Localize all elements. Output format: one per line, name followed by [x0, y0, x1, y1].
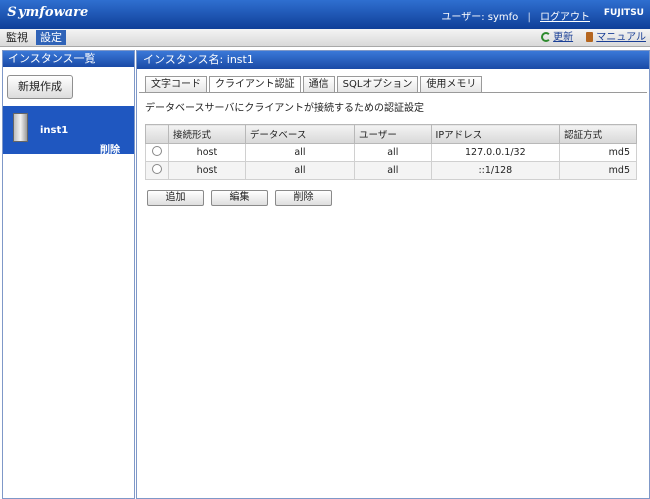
refresh-link[interactable]: 更新 — [541, 32, 573, 43]
instance-title: インスタンス名: inst1 — [137, 51, 649, 69]
conn-cell: host — [168, 161, 246, 180]
table-action-buttons: 追加 編集 削除 — [147, 190, 339, 206]
tab-settings[interactable]: 設定 — [36, 30, 66, 45]
user-area: ユーザー: symfo | ログアウト — [441, 8, 590, 23]
manual-link[interactable]: マニュアル — [586, 32, 646, 43]
db-cell: all — [244, 161, 356, 180]
user-cell: all — [354, 143, 432, 162]
instance-list-panel: インスタンス一覧 新規作成 inst1 削除 — [2, 50, 135, 499]
auth-cell: md5 — [559, 143, 637, 162]
section-description: データベースサーバにクライアントが接続するための認証設定 — [145, 103, 424, 114]
column-header-ip[interactable]: IPアドレス — [430, 124, 561, 144]
tab-monitor[interactable]: 監視 — [2, 30, 32, 45]
delete-instance-link[interactable]: 削除 — [100, 141, 120, 156]
manual-book-icon — [586, 32, 594, 42]
column-header-auth[interactable]: 認証方式 — [559, 124, 637, 144]
manual-label[interactable]: マニュアル — [596, 32, 646, 43]
instance-item-inst1[interactable]: inst1 削除 — [3, 106, 134, 156]
user-label: ユーザー: symfo — [441, 12, 519, 23]
fujitsu-logo: FUJITSU — [603, 8, 644, 18]
add-button[interactable]: 追加 — [147, 190, 204, 206]
delete-button[interactable]: 削除 — [275, 190, 332, 206]
auth-cell: md5 — [559, 161, 637, 180]
ip-cell: ::1/128 — [430, 161, 561, 180]
column-header-conn[interactable]: 接続形式 — [168, 124, 246, 144]
user-cell: all — [354, 161, 432, 180]
column-header-user[interactable]: ユーザー — [354, 124, 432, 144]
db-cell: all — [244, 143, 356, 162]
tab-memory[interactable]: 使用メモリ — [420, 76, 483, 92]
header-links: 更新 マニュアル — [541, 30, 646, 45]
refresh-label[interactable]: 更新 — [553, 32, 573, 43]
app-header: Symfoware ユーザー: symfo | ログアウト FUJITSU — [0, 0, 650, 29]
column-header-db[interactable]: データベース — [244, 124, 356, 144]
instance-detail-panel: インスタンス名: inst1 文字コード クライアント認証 通信 SQLオプショ… — [136, 50, 650, 499]
select-column-header — [145, 124, 169, 144]
create-instance-button[interactable]: 新規作成 — [7, 75, 73, 99]
ip-cell: 127.0.0.1/32 — [430, 143, 561, 162]
refresh-icon — [541, 32, 552, 42]
tab-charset[interactable]: 文字コード — [145, 76, 207, 92]
row-select-cell[interactable] — [145, 161, 169, 180]
logo-mark: S — [7, 5, 17, 20]
instance-list-title: インスタンス一覧 — [3, 51, 134, 67]
logout-link[interactable]: ログアウト — [540, 12, 590, 23]
conn-cell: host — [168, 143, 246, 162]
client-auth-table: 接続形式 データベース ユーザー IPアドレス 認証方式 host all al… — [145, 124, 637, 180]
table-row[interactable]: host all all ::1/128 md5 — [145, 161, 637, 180]
tab-communication[interactable]: 通信 — [302, 76, 335, 92]
settings-tabs: 文字コード クライアント認証 通信 SQLオプション 使用メモリ — [145, 76, 484, 93]
row-select-cell[interactable] — [145, 143, 169, 162]
nav-bar: 監視 設定 更新 マニュアル — [0, 29, 650, 47]
tab-sql-options[interactable]: SQLオプション — [336, 76, 419, 92]
tab-client-auth[interactable]: クライアント認証 — [209, 76, 301, 93]
server-icon — [13, 113, 28, 142]
row-radio[interactable] — [152, 164, 162, 174]
row-radio[interactable] — [152, 146, 162, 156]
tab-divider — [139, 92, 647, 93]
edit-button[interactable]: 編集 — [211, 190, 268, 206]
symfoware-logo: Symfoware — [6, 5, 88, 20]
instance-name: inst1 — [40, 125, 69, 136]
logo-text: ymfoware — [18, 5, 89, 20]
separator: | — [527, 12, 531, 23]
table-row[interactable]: host all all 127.0.0.1/32 md5 — [145, 143, 637, 162]
